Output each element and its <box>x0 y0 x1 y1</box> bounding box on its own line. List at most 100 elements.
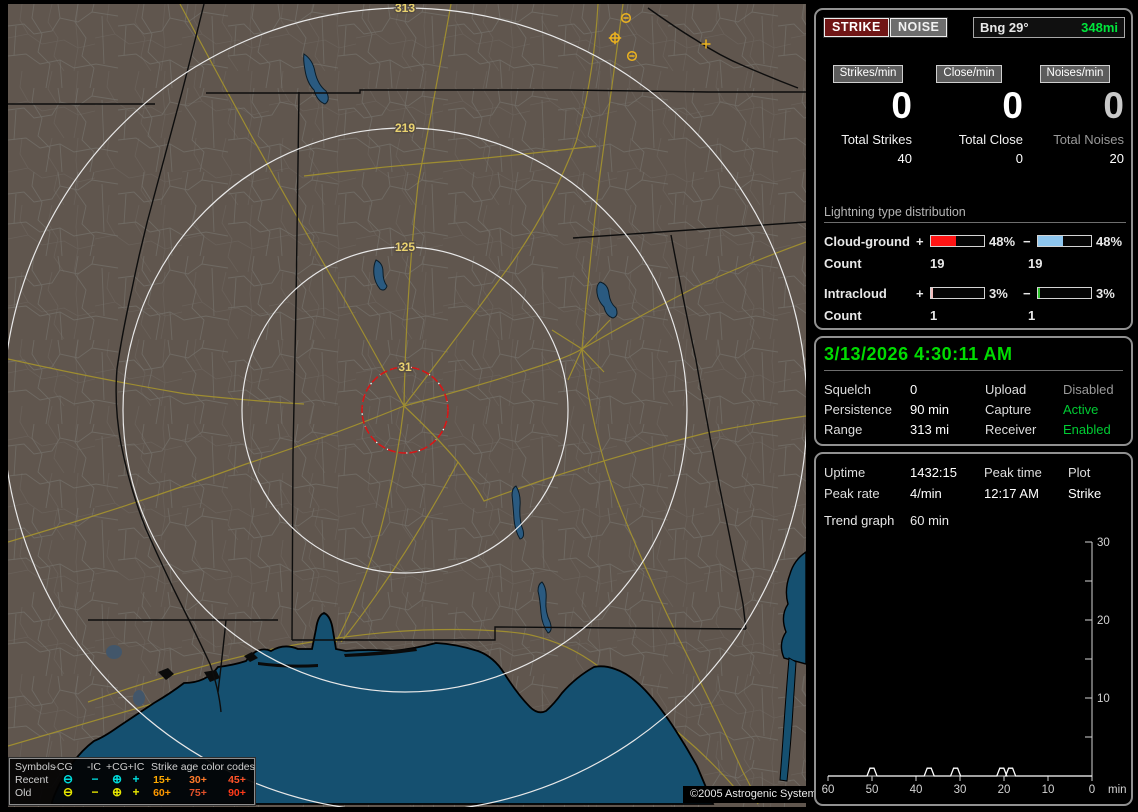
cg-positive-pct: 48% <box>989 233 1016 249</box>
legend-symbols-header: Symbols <box>15 761 56 773</box>
minus-sign: − <box>1023 285 1031 301</box>
ic-negative-count: 1 <box>1028 308 1036 323</box>
intracloud-row: Intracloud + 3% − 3% <box>824 284 1126 302</box>
status-row: Squelch 0 Upload Disabled <box>824 379 1123 399</box>
trend-line <box>828 767 1092 777</box>
legend-symbol-minus-icon: − <box>91 785 99 799</box>
distribution-title: Lightning type distribution <box>824 205 1126 223</box>
y-tick-label: 20 <box>1097 615 1110 627</box>
legend-row-label: Old <box>15 787 32 799</box>
plus-sign: + <box>916 233 924 249</box>
bearing-display: Bng 29° 348mi <box>973 17 1125 38</box>
rate-stats: Strikes/min 0 Total Strikes 40 Close/min… <box>824 65 1124 166</box>
y-tick-label: 10 <box>1097 693 1110 705</box>
x-tick-label: 50 <box>866 784 879 796</box>
cg-negative-bar <box>1037 235 1092 247</box>
copyright-text: ©2005 Astrogenic Systems <box>683 786 830 803</box>
ic-positive-count: 1 <box>930 308 938 323</box>
legend-symbol-minus-icon: − <box>91 772 99 786</box>
status-row: Persistence 90 min Capture Active <box>824 399 1123 419</box>
noises-rate-value: 0 <box>1103 85 1124 126</box>
strike-stats-panel: STRIKE NOISE Bng 29° 348mi Strikes/min 0… <box>814 8 1133 330</box>
x-tick-label: 20 <box>998 784 1011 796</box>
bearing-label: Bng 29° <box>980 20 1029 35</box>
lake <box>106 645 122 659</box>
upload-status: Disabled <box>1063 381 1114 397</box>
legend-age-75+: 75+ <box>189 787 207 799</box>
strikes-per-min-button[interactable]: Strikes/min <box>832 65 904 83</box>
total-noises-value: 20 <box>1109 151 1124 166</box>
x-tick-label: 30 <box>954 784 967 796</box>
strike-mode-button[interactable]: STRIKE <box>824 18 889 37</box>
noise-mode-button[interactable]: NOISE <box>890 18 948 37</box>
trend-graph-label: Trend graph <box>824 513 895 528</box>
receiver-status: Enabled <box>1063 421 1111 437</box>
strikes-rate-value: 0 <box>891 85 912 126</box>
status-row: Range 313 mi Receiver Enabled <box>824 419 1123 439</box>
ic-positive-pct: 3% <box>989 285 1008 301</box>
legend-age-30+: 30+ <box>189 774 207 786</box>
count-label: Count <box>824 308 862 323</box>
lake <box>133 690 145 706</box>
map-canvas: 313 219 125 31 <box>8 4 806 807</box>
info-row: Uptime 1432:15 Peak time Plot <box>824 465 1091 480</box>
legend-symbol-circle-minus-icon: ⊖ <box>62 785 74 799</box>
legend-symbol-plus-icon: + <box>132 785 140 799</box>
legend-symbol-circle-minus-icon: ⊖ <box>62 772 74 786</box>
x-axis-unit: min <box>1108 784 1127 796</box>
range-ring-label-125: 125 <box>395 240 415 254</box>
plus-sign: + <box>916 285 924 301</box>
strikes-column: Strikes/min 0 Total Strikes 40 <box>824 65 912 166</box>
x-tick-label: 10 <box>1042 784 1055 796</box>
lightning-distribution: Lightning type distribution Cloud-ground… <box>824 205 1126 336</box>
ic-negative-pct: 3% <box>1096 285 1115 301</box>
bearing-range: 348mi <box>1081 20 1118 35</box>
cloud-ground-count-row: Count 19 19 <box>824 256 1126 274</box>
y-tick-label: 30 <box>1097 537 1110 549</box>
close-rate-value: 0 <box>1002 85 1023 126</box>
legend-age-90+: 90+ <box>228 787 246 799</box>
total-strikes-label: Total Strikes <box>841 132 912 147</box>
noises-column: Noises/min 0 Total Noises 20 <box>1026 65 1124 166</box>
legend-age-60+: 60+ <box>153 787 171 799</box>
x-tick-label: 60 <box>822 784 835 796</box>
trend-chart: 30 20 10 60 50 40 30 20 10 0 min <box>822 537 1127 796</box>
range-ring-label-31: 31 <box>398 360 412 374</box>
legend-age-45+: 45+ <box>228 774 246 786</box>
status-panel: 3/13/2026 4:30:11 AM Squelch 0 Upload Di… <box>814 336 1133 446</box>
capture-status: Active <box>1063 401 1099 417</box>
app-window: 313 219 125 31 Symbols -CG -IC +CG +IC Strike ag… <box>0 0 1138 812</box>
intracloud-count-row: Count 1 1 <box>824 308 1126 326</box>
map-legend: Symbols -CG -IC +CG +IC Strike age color code… <box>8 757 256 806</box>
cg-negative-count: 19 <box>1028 256 1043 271</box>
info-row: Peak rate 4/min 12:17 AM Strike <box>824 486 1102 501</box>
legend-symbol-plus-icon: + <box>132 772 140 786</box>
trend-graph-window: 60 min <box>910 513 950 528</box>
ic-positive-bar <box>930 287 985 299</box>
legend-row-label: Recent <box>15 774 49 786</box>
x-tick-label: 0 <box>1089 784 1095 796</box>
minus-sign: − <box>1023 233 1031 249</box>
legend-age-header: Strike age color codes <box>151 761 255 773</box>
close-per-min-button[interactable]: Close/min <box>936 65 1002 83</box>
total-close-value: 0 <box>1015 151 1023 166</box>
datetime-display: 3/13/2026 4:30:11 AM <box>824 344 1123 371</box>
strike-map[interactable]: 313 219 125 31 Symbols -CG -IC +CG +IC Strike ag… <box>8 4 830 807</box>
range-ring-label-219: 219 <box>395 121 415 135</box>
total-noises-label: Total Noises <box>1053 132 1124 147</box>
cloud-ground-row: Cloud-ground + 48% − 48% <box>824 232 1126 250</box>
legend-symbol-circle-plus-icon: ⊕ <box>111 772 123 786</box>
trend-panel: Uptime 1432:15 Peak time Plot Peak rate … <box>814 452 1133 806</box>
total-strikes-value: 40 <box>897 151 912 166</box>
ic-negative-bar <box>1037 287 1092 299</box>
range-ring-label-313: 313 <box>395 4 415 15</box>
count-label: Count <box>824 256 862 271</box>
cg-positive-bar <box>930 235 985 247</box>
legend-age-15+: 15+ <box>153 774 171 786</box>
trend-graph-row: Trend graph 60 min <box>824 513 1123 533</box>
close-column: Close/min 0 Total Close 0 <box>915 65 1023 166</box>
noises-per-min-button[interactable]: Noises/min <box>1039 65 1111 83</box>
legend-symbol-circle-plus-icon: ⊕ <box>111 785 123 799</box>
cg-positive-count: 19 <box>930 256 945 271</box>
cg-negative-pct: 48% <box>1096 233 1123 249</box>
